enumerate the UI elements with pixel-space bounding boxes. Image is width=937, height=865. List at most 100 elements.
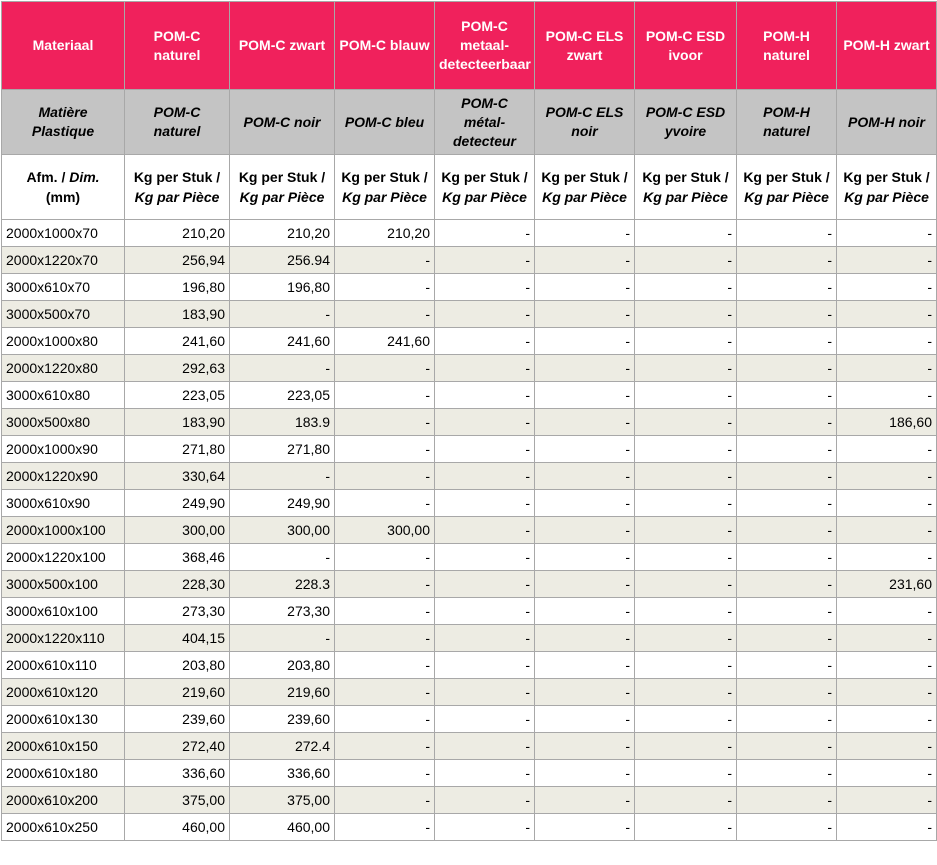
weight-cell: 292,63 bbox=[124, 354, 230, 382]
table-row: 3000x610x90 249,90 249,90- - - - - - bbox=[1, 489, 937, 517]
header-grade-nl: POM-C blauw bbox=[334, 1, 435, 90]
weight-cell: - bbox=[434, 300, 535, 328]
header-grade-nl: POM-C zwart bbox=[229, 1, 335, 90]
weight-cell: 249,90 bbox=[229, 489, 335, 517]
weight-cell: - bbox=[534, 462, 635, 490]
weight-cell: - bbox=[334, 597, 435, 625]
weight-cell: - bbox=[534, 327, 635, 355]
weight-cell: - bbox=[434, 327, 535, 355]
weight-unit-header: Kg per Stuk / Kg par Pièce bbox=[634, 154, 737, 220]
weight-cell: 239,60 bbox=[229, 705, 335, 733]
weight-unit-header: Kg per Stuk / Kg par Pièce bbox=[534, 154, 635, 220]
header-grade-fr: POM-H naturel bbox=[736, 89, 837, 155]
weight-cell: 375,00 bbox=[229, 786, 335, 814]
weight-cell: - bbox=[334, 543, 435, 571]
weight-cell: - bbox=[334, 705, 435, 733]
weight-cell: - bbox=[836, 651, 937, 679]
weight-cell: - bbox=[736, 786, 837, 814]
dimension-cell: 3000x610x70 bbox=[1, 273, 125, 301]
weight-cell: - bbox=[836, 246, 937, 274]
weight-cell: - bbox=[534, 516, 635, 544]
header-material-fr: Matière Plastique bbox=[1, 89, 125, 155]
weight-cell: 271,80 bbox=[229, 435, 335, 463]
weight-cell: 210,20 bbox=[229, 219, 335, 247]
dimension-cell: 2000x1220x100 bbox=[1, 543, 125, 571]
weight-cell: 183.9 bbox=[229, 408, 335, 436]
weight-cell: - bbox=[634, 678, 737, 706]
dimension-cell: 2000x610x110 bbox=[1, 651, 125, 679]
weight-cell: 249,90 bbox=[124, 489, 230, 517]
weight-cell: - bbox=[634, 813, 737, 841]
weight-cell: - bbox=[736, 597, 837, 625]
weight-cell: 219,60 bbox=[229, 678, 335, 706]
weight-cell: - bbox=[836, 732, 937, 760]
header-grade-fr: POM-C naturel bbox=[124, 89, 230, 155]
weight-cell: 241,60 bbox=[229, 327, 335, 355]
dimension-cell: 2000x610x130 bbox=[1, 705, 125, 733]
weight-cell: 256.94 bbox=[229, 246, 335, 274]
dimension-cell: 3000x610x100 bbox=[1, 597, 125, 625]
header-grade-fr: POM-C ELS noir bbox=[534, 89, 635, 155]
table-row: 2000x1220x110 404,15- - - - - - - bbox=[1, 624, 937, 652]
weight-cell: - bbox=[634, 327, 737, 355]
weight-cell: - bbox=[534, 219, 635, 247]
weight-cell: - bbox=[534, 651, 635, 679]
weight-cell: 183,90 bbox=[124, 408, 230, 436]
table-row: 2000x1220x90 330,64- - - - - - - bbox=[1, 462, 937, 490]
weight-cell: 273,30 bbox=[229, 597, 335, 625]
weight-cell: - bbox=[634, 543, 737, 571]
weight-cell: - bbox=[836, 273, 937, 301]
table-row: 2000x1220x70 256,94 256.94- - - - - - bbox=[1, 246, 937, 274]
weight-cell: - bbox=[534, 381, 635, 409]
weight-cell: 256,94 bbox=[124, 246, 230, 274]
table-row: 3000x610x70 196,80 196,80- - - - - - bbox=[1, 273, 937, 301]
weight-label-nl: Kg per Stuk / bbox=[133, 169, 221, 185]
weight-cell: 273,30 bbox=[124, 597, 230, 625]
weight-unit-header: Kg per Stuk / Kg par Pièce bbox=[736, 154, 837, 220]
dimension-cell: 2000x1220x80 bbox=[1, 354, 125, 382]
weight-label-nl: Kg per Stuk / bbox=[743, 169, 830, 185]
table-row: 3000x500x70 183,90- - - - - - - bbox=[1, 300, 937, 328]
weight-cell: - bbox=[434, 408, 535, 436]
weight-cell: - bbox=[836, 759, 937, 787]
weight-cell: - bbox=[736, 759, 837, 787]
weight-cell: - bbox=[836, 462, 937, 490]
weight-cell: - bbox=[434, 678, 535, 706]
weight-cell: - bbox=[634, 732, 737, 760]
header-grade-nl: POM-C ELS zwart bbox=[534, 1, 635, 90]
weight-cell: - bbox=[334, 732, 435, 760]
weight-cell: - bbox=[334, 651, 435, 679]
weight-cell: - bbox=[534, 813, 635, 841]
weight-label-nl: Kg per Stuk / bbox=[541, 169, 628, 185]
dimension-cell: 3000x500x100 bbox=[1, 570, 125, 598]
weight-table: Materiaal POM-C naturel POM-C zwart POM-C b… bbox=[1, 1, 937, 841]
header-grade-nl: POM-H naturel bbox=[736, 1, 837, 90]
weight-cell: - bbox=[434, 489, 535, 517]
weight-cell: - bbox=[434, 462, 535, 490]
weight-cell: - bbox=[736, 273, 837, 301]
weight-cell: - bbox=[634, 489, 737, 517]
weight-cell: 196,80 bbox=[229, 273, 335, 301]
weight-label-nl: Kg per Stuk / bbox=[441, 169, 528, 185]
weight-cell: - bbox=[434, 381, 535, 409]
header-row-nl: Materiaal POM-C naturel POM-C zwart POM-C b… bbox=[1, 1, 937, 90]
weight-unit-header: Kg per Stuk / Kg par Pièce bbox=[334, 154, 435, 220]
weight-cell: - bbox=[229, 462, 335, 490]
weight-cell: - bbox=[534, 300, 635, 328]
weight-cell: - bbox=[434, 597, 535, 625]
weight-cell: 460,00 bbox=[124, 813, 230, 841]
weight-cell: - bbox=[334, 408, 435, 436]
weight-cell: - bbox=[534, 354, 635, 382]
weight-cell: - bbox=[836, 219, 937, 247]
weight-cell: 272,40 bbox=[124, 732, 230, 760]
weight-cell: - bbox=[736, 516, 837, 544]
weight-cell: - bbox=[736, 408, 837, 436]
weight-cell: - bbox=[434, 273, 535, 301]
weight-cell: - bbox=[434, 813, 535, 841]
weight-cell: - bbox=[634, 219, 737, 247]
weight-cell: 210,20 bbox=[124, 219, 230, 247]
weight-cell: - bbox=[736, 219, 837, 247]
weight-cell: 368,46 bbox=[124, 543, 230, 571]
dimension-cell: 2000x610x250 bbox=[1, 813, 125, 841]
weight-cell: 375,00 bbox=[124, 786, 230, 814]
